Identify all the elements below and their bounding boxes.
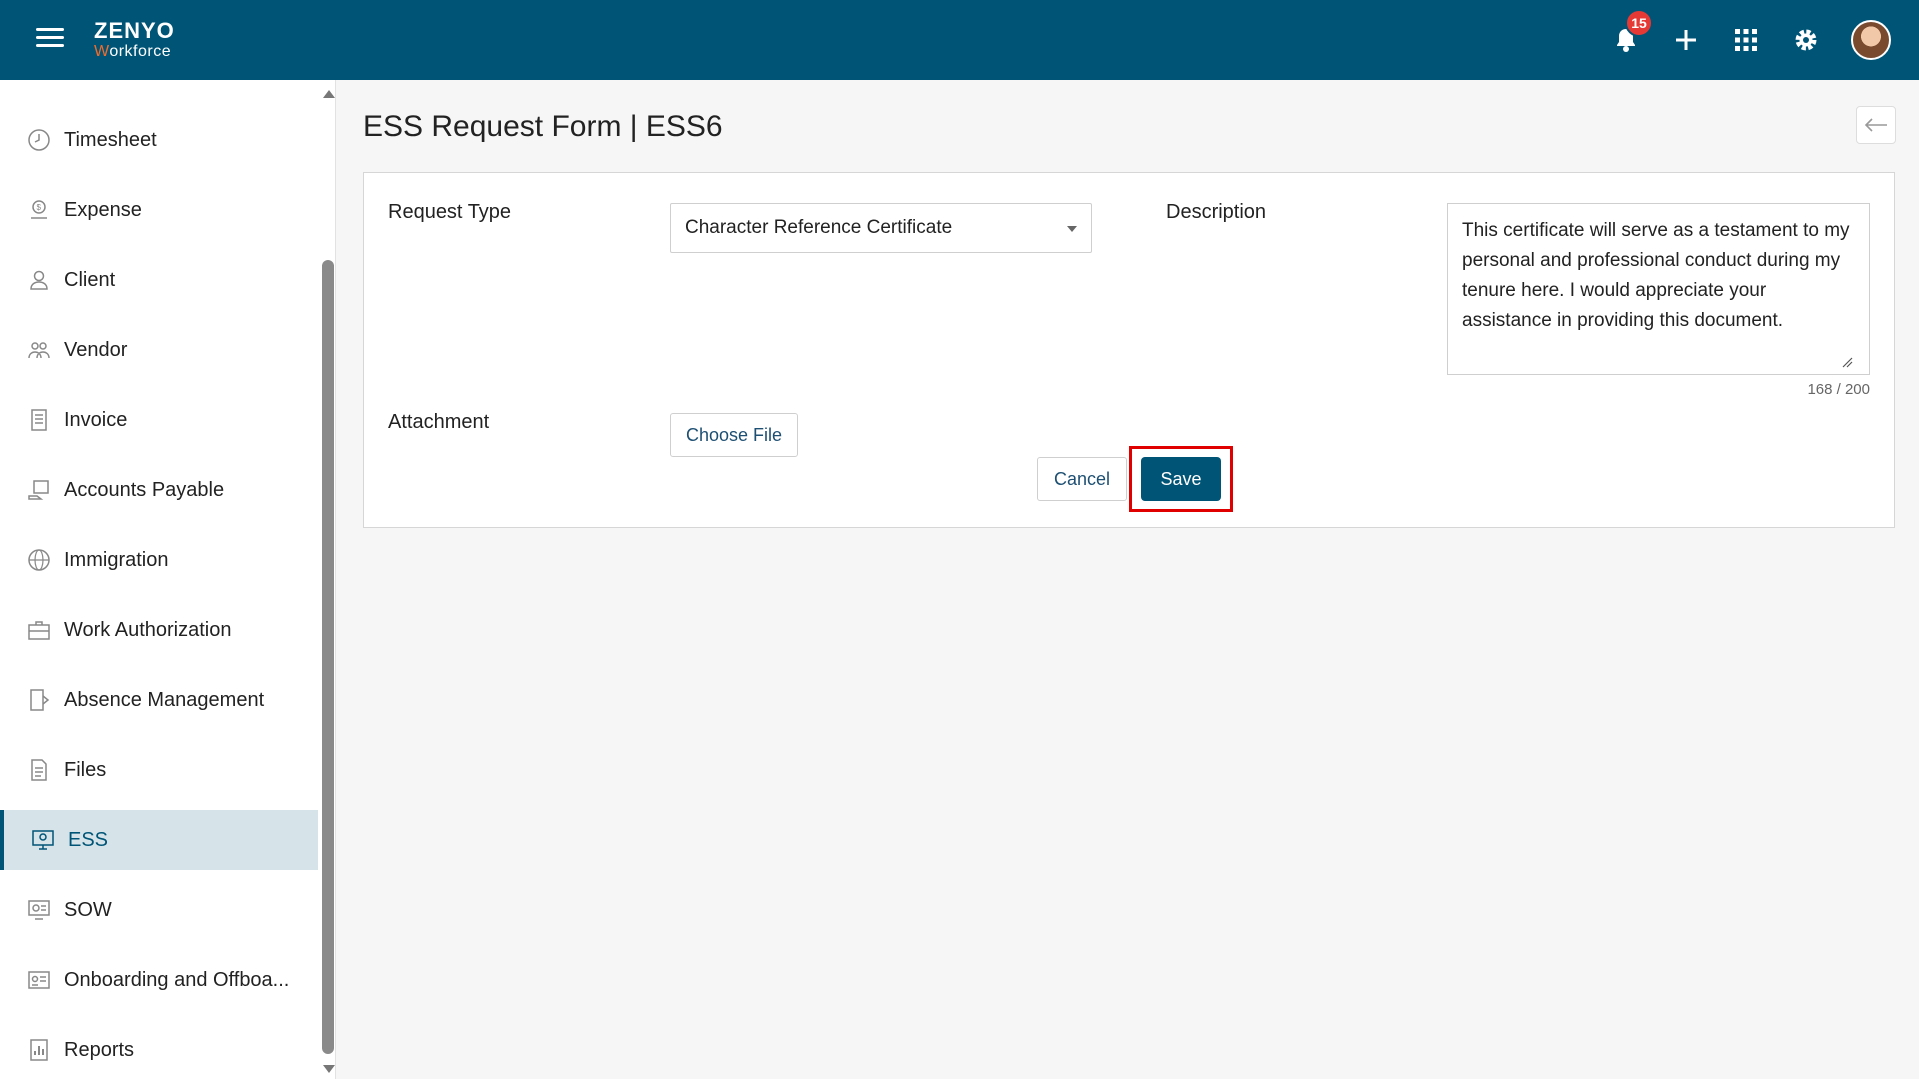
sidebar-item-label: Work Authorization (64, 618, 232, 641)
sidebar-item-accounts-payable[interactable]: Accounts Payable (0, 460, 318, 520)
arrow-left-icon (1864, 118, 1887, 132)
request-type-label: Request Type (388, 201, 512, 223)
sidebar-scrollbar[interactable] (320, 80, 335, 1079)
user-icon (26, 267, 52, 293)
clock-icon (26, 127, 52, 153)
sidebar-item-label: Absence Management (64, 688, 265, 711)
gear-icon[interactable] (1791, 25, 1821, 55)
logo[interactable]: ZENYO Workforce (94, 20, 175, 60)
request-type-select[interactable]: Character Reference Certificate (670, 203, 1092, 253)
ess-icon (30, 827, 56, 853)
scroll-up-arrow-icon[interactable] (323, 90, 335, 98)
sidebar-item-label: Onboarding and Offboa... (64, 968, 290, 991)
character-counter: 168 / 200 (1807, 381, 1870, 398)
sidebar-item-ess[interactable]: ESS (0, 810, 318, 870)
globe-icon (26, 547, 52, 573)
vendor-icon (26, 337, 52, 363)
expense-icon: $ (26, 197, 52, 223)
svg-text:$: $ (37, 203, 42, 212)
scroll-down-arrow-icon[interactable] (323, 1065, 335, 1073)
notification-count-badge: 15 (1625, 9, 1653, 37)
top-navbar: ZENYO Workforce 15 (0, 0, 1919, 80)
sidebar: Timesheet $ Expense Client Vendor Invoic… (0, 80, 336, 1079)
sidebar-item-label: Client (64, 268, 116, 291)
sidebar-item-label: Immigration (64, 548, 169, 571)
apps-grid-icon[interactable] (1731, 25, 1761, 55)
request-type-value: Character Reference Certificate (685, 217, 953, 238)
save-button[interactable]: Save (1141, 457, 1221, 501)
sidebar-item-onboarding[interactable]: Onboarding and Offboa... (0, 950, 318, 1010)
sidebar-item-label: ESS (68, 828, 109, 851)
logo-sub-initial: W (94, 43, 110, 60)
door-icon (26, 687, 52, 713)
sidebar-item-vendor[interactable]: Vendor (0, 320, 318, 380)
resize-grip-icon[interactable] (1841, 356, 1853, 368)
payable-icon (26, 477, 52, 503)
sidebar-item-client[interactable]: Client (0, 250, 318, 310)
sidebar-item-sow[interactable]: SOW (0, 880, 318, 940)
sidebar-item-files[interactable]: Files (0, 740, 318, 800)
sidebar-item-expense[interactable]: $ Expense (0, 180, 318, 240)
invoice-icon (26, 407, 52, 433)
attachment-label: Attachment (388, 411, 490, 433)
scrollbar-thumb[interactable] (322, 260, 334, 1054)
sidebar-item-label: SOW (64, 898, 112, 921)
sidebar-item-immigration[interactable]: Immigration (0, 530, 318, 590)
sidebar-item-timesheet[interactable]: Timesheet (0, 110, 318, 170)
sidebar-item-reports[interactable]: Reports (0, 1020, 318, 1079)
plus-icon[interactable] (1671, 25, 1701, 55)
report-icon (26, 1037, 52, 1063)
cancel-button[interactable]: Cancel (1037, 457, 1127, 501)
sidebar-item-label: Accounts Payable (64, 478, 225, 501)
id-card-icon (26, 967, 52, 993)
description-textarea[interactable]: This certificate will serve as a testame… (1447, 203, 1870, 375)
back-button[interactable] (1856, 106, 1896, 144)
file-icon (26, 757, 52, 783)
sidebar-item-label: Invoice (64, 408, 128, 431)
ess-request-form: Request Type Character Reference Certifi… (363, 172, 1895, 528)
sidebar-item-label: Expense (64, 198, 142, 221)
menu-icon[interactable] (36, 28, 64, 52)
sidebar-item-label: Reports (64, 1038, 135, 1061)
logo-sub-text: orkforce (109, 43, 172, 60)
sidebar-item-work-authorization[interactable]: Work Authorization (0, 600, 318, 660)
user-avatar[interactable] (1851, 20, 1891, 60)
sidebar-item-label: Files (64, 758, 107, 781)
choose-file-button[interactable]: Choose File (670, 413, 798, 457)
briefcase-icon (26, 617, 52, 643)
sidebar-item-invoice[interactable]: Invoice (0, 390, 318, 450)
sidebar-item-label: Timesheet (64, 128, 157, 151)
sidebar-item-absence-management[interactable]: Absence Management (0, 670, 318, 730)
notification-bell-icon[interactable]: 15 (1611, 9, 1653, 55)
sow-icon (26, 897, 52, 923)
chevron-down-icon (1067, 226, 1077, 232)
page-title: ESS Request Form | ESS6 (363, 110, 723, 143)
sidebar-item-label: Vendor (64, 338, 128, 361)
logo-brand-text: ZENYO (94, 18, 175, 43)
description-label: Description (1166, 201, 1267, 223)
